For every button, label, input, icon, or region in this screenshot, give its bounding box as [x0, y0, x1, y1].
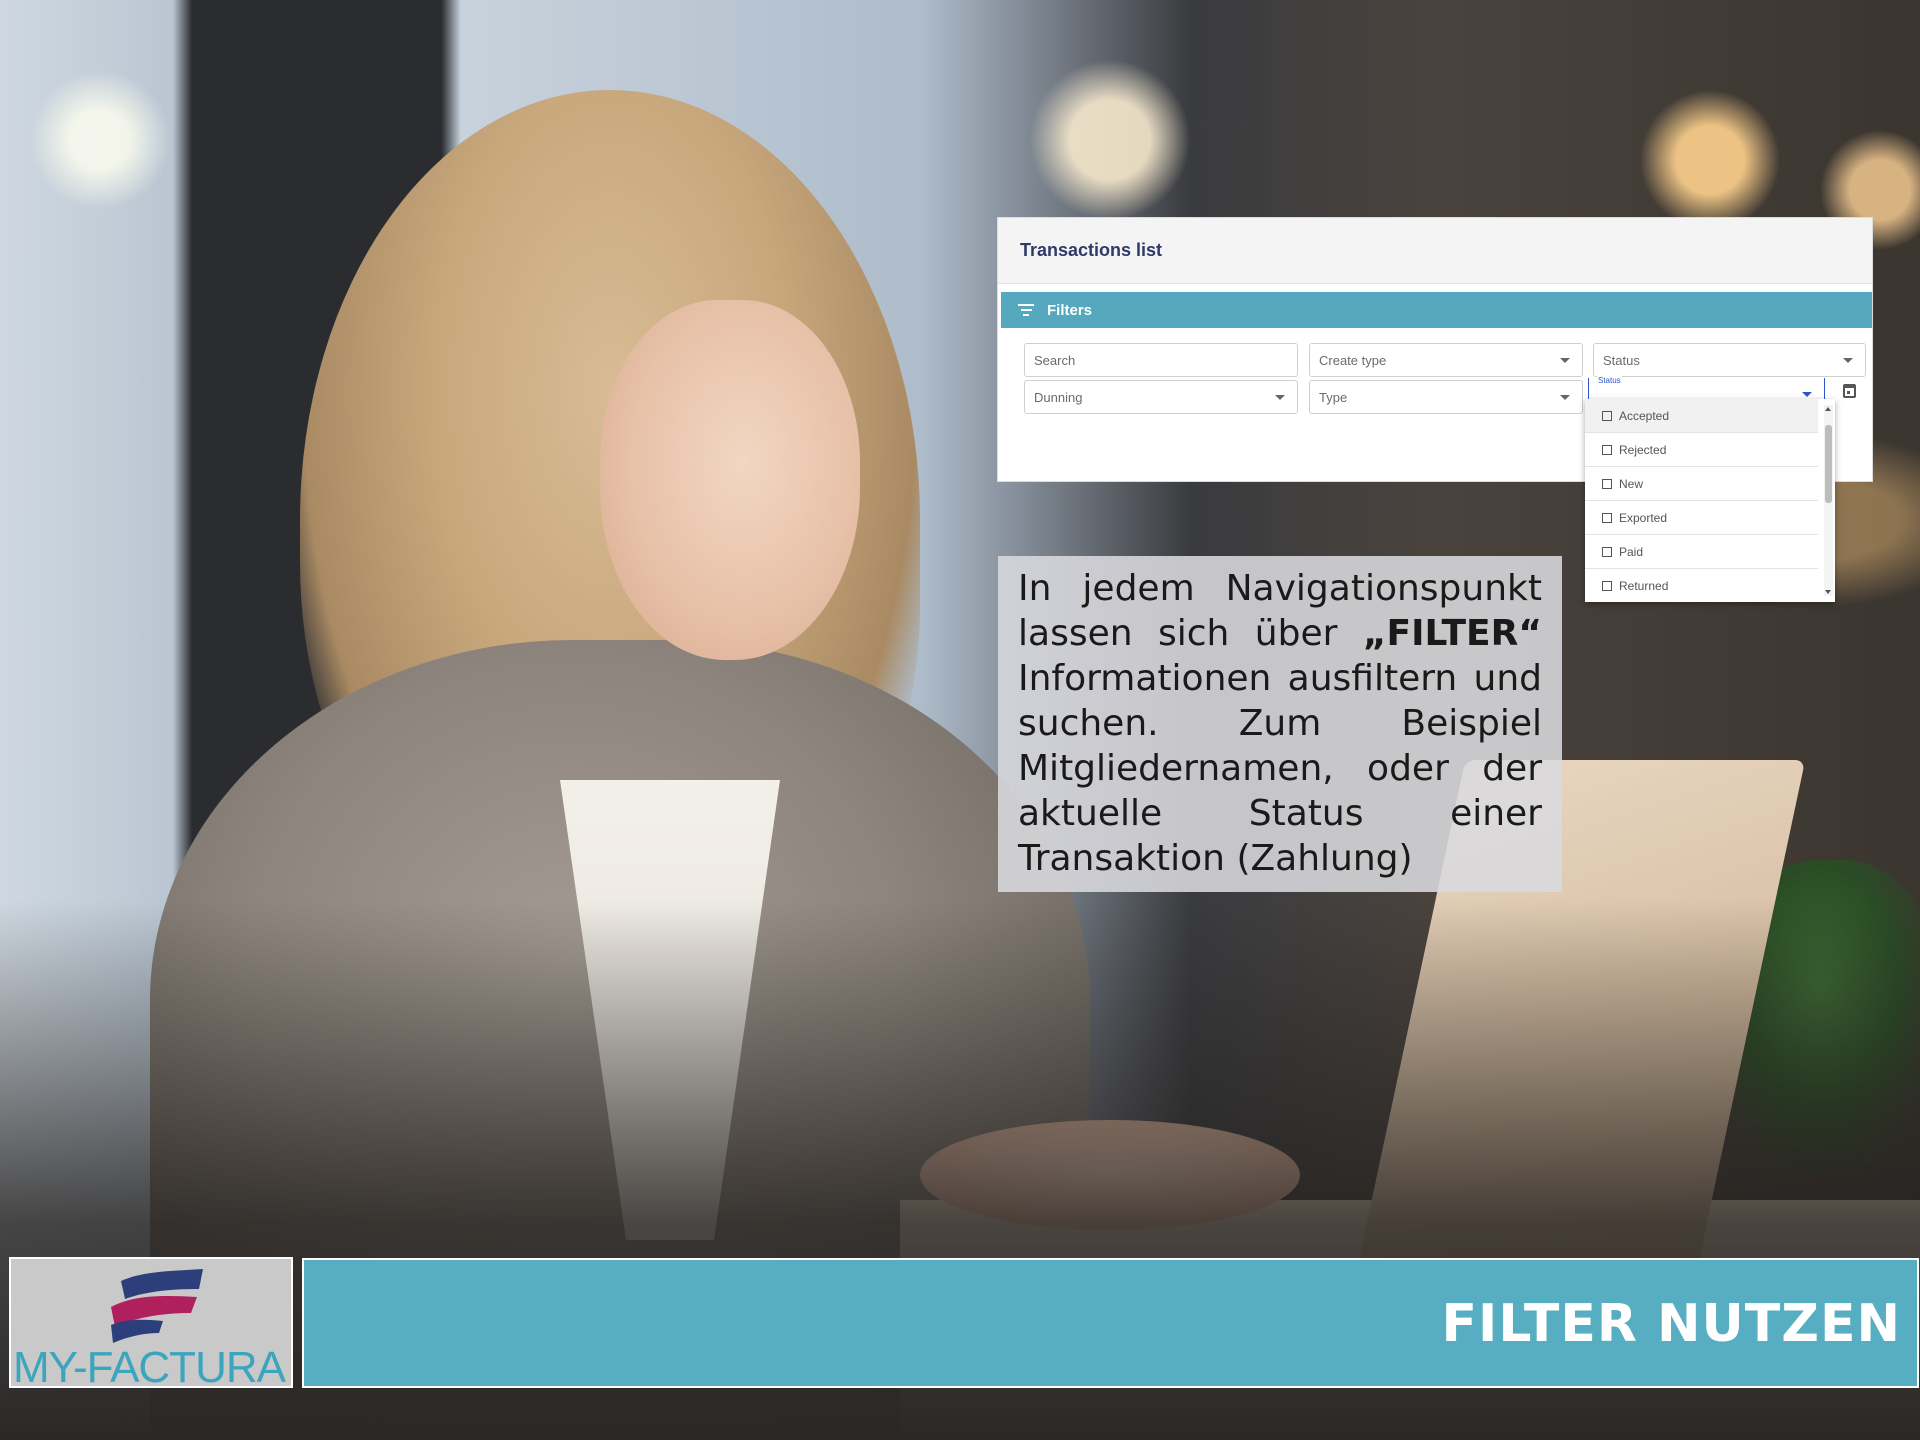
checkbox-empty-icon[interactable] [1602, 580, 1612, 591]
photo-face [600, 300, 860, 660]
caret-down-icon [1802, 392, 1812, 397]
search-input[interactable]: Search [1024, 343, 1298, 377]
caret-down-icon [1560, 395, 1570, 400]
status-dropdown[interactable]: Accepted Rejected New Exported Paid Retu… [1585, 399, 1835, 602]
option-label: Returned [1619, 578, 1669, 593]
panel-title: Transactions list [998, 218, 1872, 284]
background-photo [0, 0, 1920, 1440]
status-option[interactable]: Rejected [1585, 433, 1818, 467]
option-label: Paid [1619, 544, 1644, 559]
create-type-label: Create type [1319, 352, 1387, 368]
info-text-after: Informationen ausfiltern und suchen. Zum… [1018, 658, 1542, 879]
status-option[interactable]: Returned [1585, 569, 1818, 602]
status-option[interactable]: New [1585, 467, 1818, 501]
status-floating-label: Status [1597, 376, 1622, 385]
checkbox-empty-icon[interactable] [1602, 546, 1612, 557]
scroll-down-icon[interactable] [1825, 590, 1831, 594]
logo-mark-icon [111, 1269, 203, 1343]
info-highlight: „FILTER“ [1362, 613, 1542, 654]
option-label: New [1619, 476, 1644, 491]
dunning-label: Dunning [1034, 389, 1083, 405]
filter-lines-icon [1017, 304, 1035, 316]
checkbox-empty-icon[interactable] [1602, 410, 1612, 421]
scroll-up-icon[interactable] [1825, 407, 1831, 411]
status-option[interactable]: Paid [1585, 535, 1818, 569]
status-label: Status [1603, 352, 1640, 368]
option-label: Exported [1619, 510, 1668, 525]
type-label: Type [1319, 389, 1348, 405]
dropdown-scrollbar[interactable] [1824, 405, 1833, 596]
create-type-select[interactable]: Create type [1309, 343, 1583, 377]
option-label: Rejected [1619, 442, 1667, 457]
title-bar: FILTER NUTZEN [302, 1258, 1919, 1388]
logo-text: MY-FACTURA [13, 1343, 286, 1388]
checkbox-empty-icon[interactable] [1602, 512, 1612, 523]
caret-down-icon [1560, 358, 1570, 363]
logo: MY-FACTURA [9, 1257, 293, 1388]
status-option[interactable]: Accepted [1585, 399, 1818, 433]
caret-down-icon [1843, 358, 1853, 363]
status-option[interactable]: Exported [1585, 501, 1818, 535]
info-text-box: In jedem Navigationspunkt lassen sich üb… [998, 556, 1562, 892]
search-placeholder: Search [1034, 352, 1076, 368]
filters-label: Filters [1047, 301, 1093, 319]
dunning-select[interactable]: Dunning [1024, 380, 1298, 414]
scroll-thumb[interactable] [1825, 425, 1832, 503]
filters-bar[interactable]: Filters [1001, 292, 1872, 328]
checkbox-empty-icon[interactable] [1602, 444, 1612, 455]
option-label: Accepted [1619, 408, 1670, 423]
type-select[interactable]: Type [1309, 380, 1583, 414]
caret-down-icon [1275, 395, 1285, 400]
page-title: FILTER NUTZEN [1441, 1294, 1901, 1354]
checkbox-empty-icon[interactable] [1602, 478, 1612, 489]
status-select-top[interactable]: Status [1593, 343, 1866, 377]
calendar-icon[interactable] [1843, 384, 1856, 398]
